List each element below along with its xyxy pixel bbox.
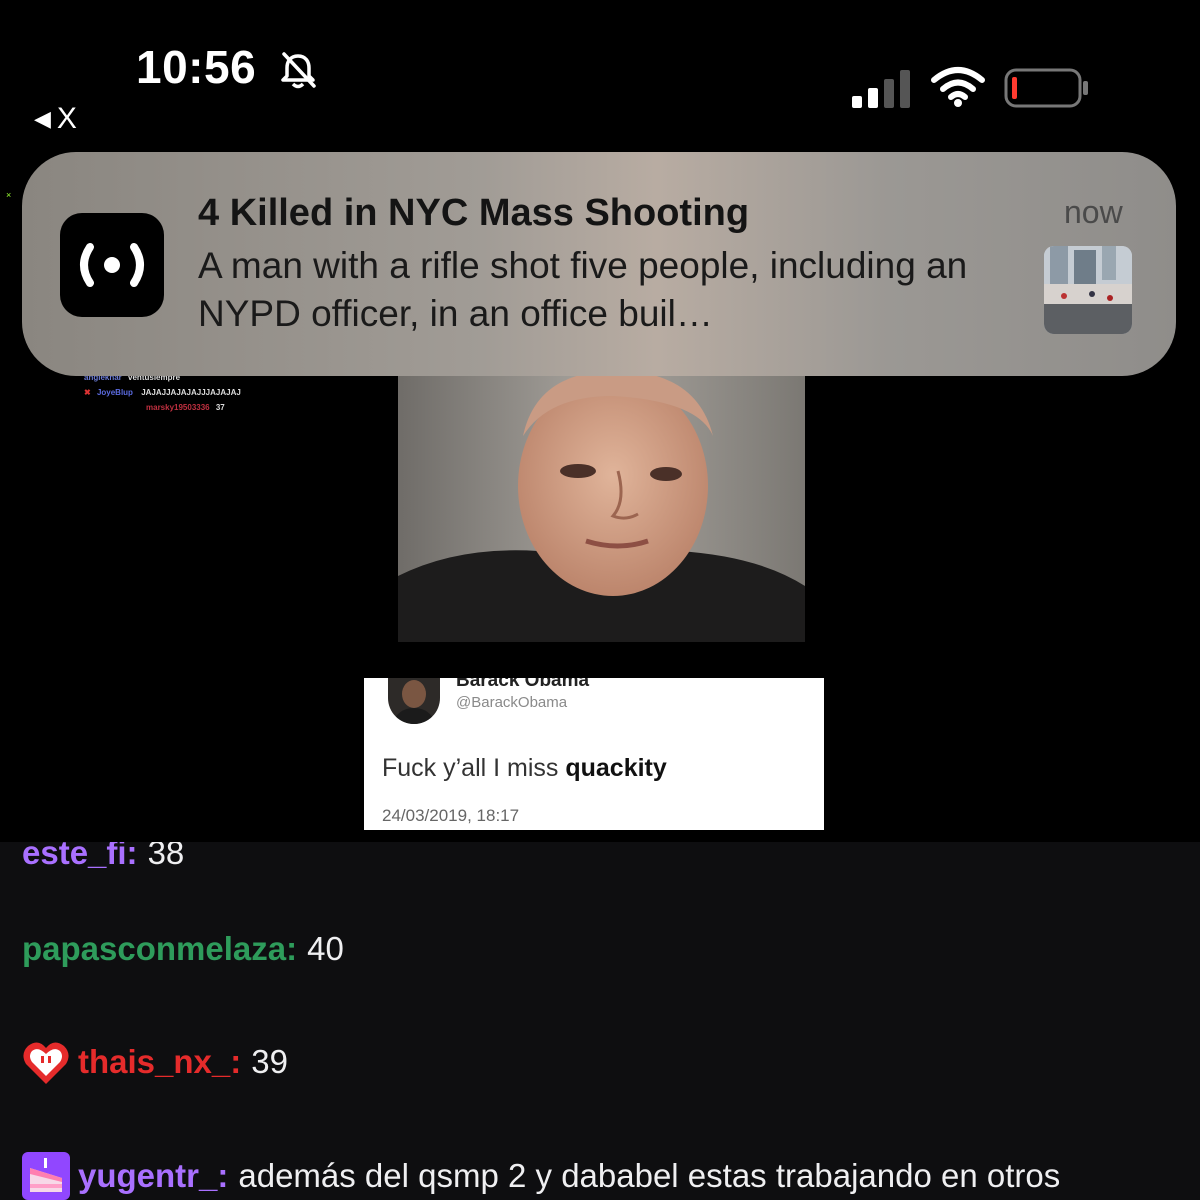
overlay-chat-text: JAJAJJAJAJAJJJAJAJAJ — [141, 388, 241, 397]
chat-text: 39 — [251, 1043, 288, 1080]
tweet-text: Fuck y’all I miss quackity — [382, 754, 667, 783]
overlay-chat-row: marsky19503336 37 — [146, 403, 225, 412]
chat-username[interactable]: papasconmelaza: — [22, 930, 297, 968]
notification-body: A man with a rifle shot five people, inc… — [198, 245, 968, 334]
chat-username[interactable]: este_fi: — [22, 842, 138, 872]
overlay-chat-text: 37 — [215, 403, 225, 412]
overlay-chat-user: JoyeBlup — [96, 388, 133, 397]
bell-muted-icon — [281, 52, 316, 89]
broadcast-icon — [80, 243, 144, 287]
chat-text: además del qsmp 2 y dababel estas trabaj… — [238, 1157, 1061, 1194]
chat-text: 38 — [147, 842, 185, 871]
person-photo-image — [398, 376, 805, 642]
notification-thumbnail — [1044, 246, 1132, 334]
notification-title: 4 Killed in NYC Mass Shooting — [198, 192, 750, 234]
battery-low-icon — [1004, 68, 1088, 108]
tweet-text-bold: quackity — [565, 754, 667, 782]
chat-message: este_fi: 38 — [22, 842, 184, 872]
notification-time: now — [1064, 194, 1123, 230]
news-app-icon — [60, 213, 164, 317]
chat-username[interactable]: thais_nx_: — [78, 1043, 241, 1081]
heart-badge-icon — [23, 1042, 69, 1084]
chat-message: thais_nx_: 39 — [22, 1038, 288, 1086]
tweet-card: Barack Obama @BarackObama Fuck y’all I m… — [364, 678, 824, 830]
overlay-close-icon: × — [6, 190, 12, 200]
chat-panel[interactable]: este_fi: 38 papasconmelaza: 40 thais_nx_… — [0, 842, 1200, 1200]
chat-text: 40 — [307, 930, 344, 967]
wifi-icon — [931, 67, 985, 107]
tweet-text-prefix: Fuck y’all I miss — [382, 754, 566, 782]
chat-message: yugentr_: además del qsmp 2 y dababel es… — [22, 1152, 1060, 1200]
back-triangle-icon: ◀ — [34, 106, 51, 131]
chat-username[interactable]: yugentr_: — [78, 1157, 228, 1195]
overlay-badge-icon: ✖ — [84, 388, 91, 397]
cellular-signal-icon — [852, 70, 910, 108]
overlay-chat-user: marsky19503336 — [146, 403, 210, 412]
tweet-avatar — [388, 678, 440, 724]
cake-badge-icon — [22, 1152, 70, 1200]
stream-photo — [398, 376, 805, 642]
tweet-date: 24/03/2019, 18:17 — [382, 806, 520, 825]
overlay-chat-row: ✖ JoyeBlup JAJAJJAJAJAJJJAJAJAJ — [84, 388, 241, 397]
chat-message: papasconmelaza: 40 — [22, 930, 344, 968]
back-to-app-button[interactable]: ◀ X — [34, 102, 77, 136]
status-time: 10:56 — [136, 41, 257, 93]
push-notification[interactable]: 4 Killed in NYC Mass Shooting A man with… — [22, 152, 1176, 376]
back-app-label: X — [56, 102, 77, 135]
tweet-author-name: Barack Obama — [456, 678, 590, 691]
tweet-author-handle: @BarackObama — [456, 694, 568, 711]
